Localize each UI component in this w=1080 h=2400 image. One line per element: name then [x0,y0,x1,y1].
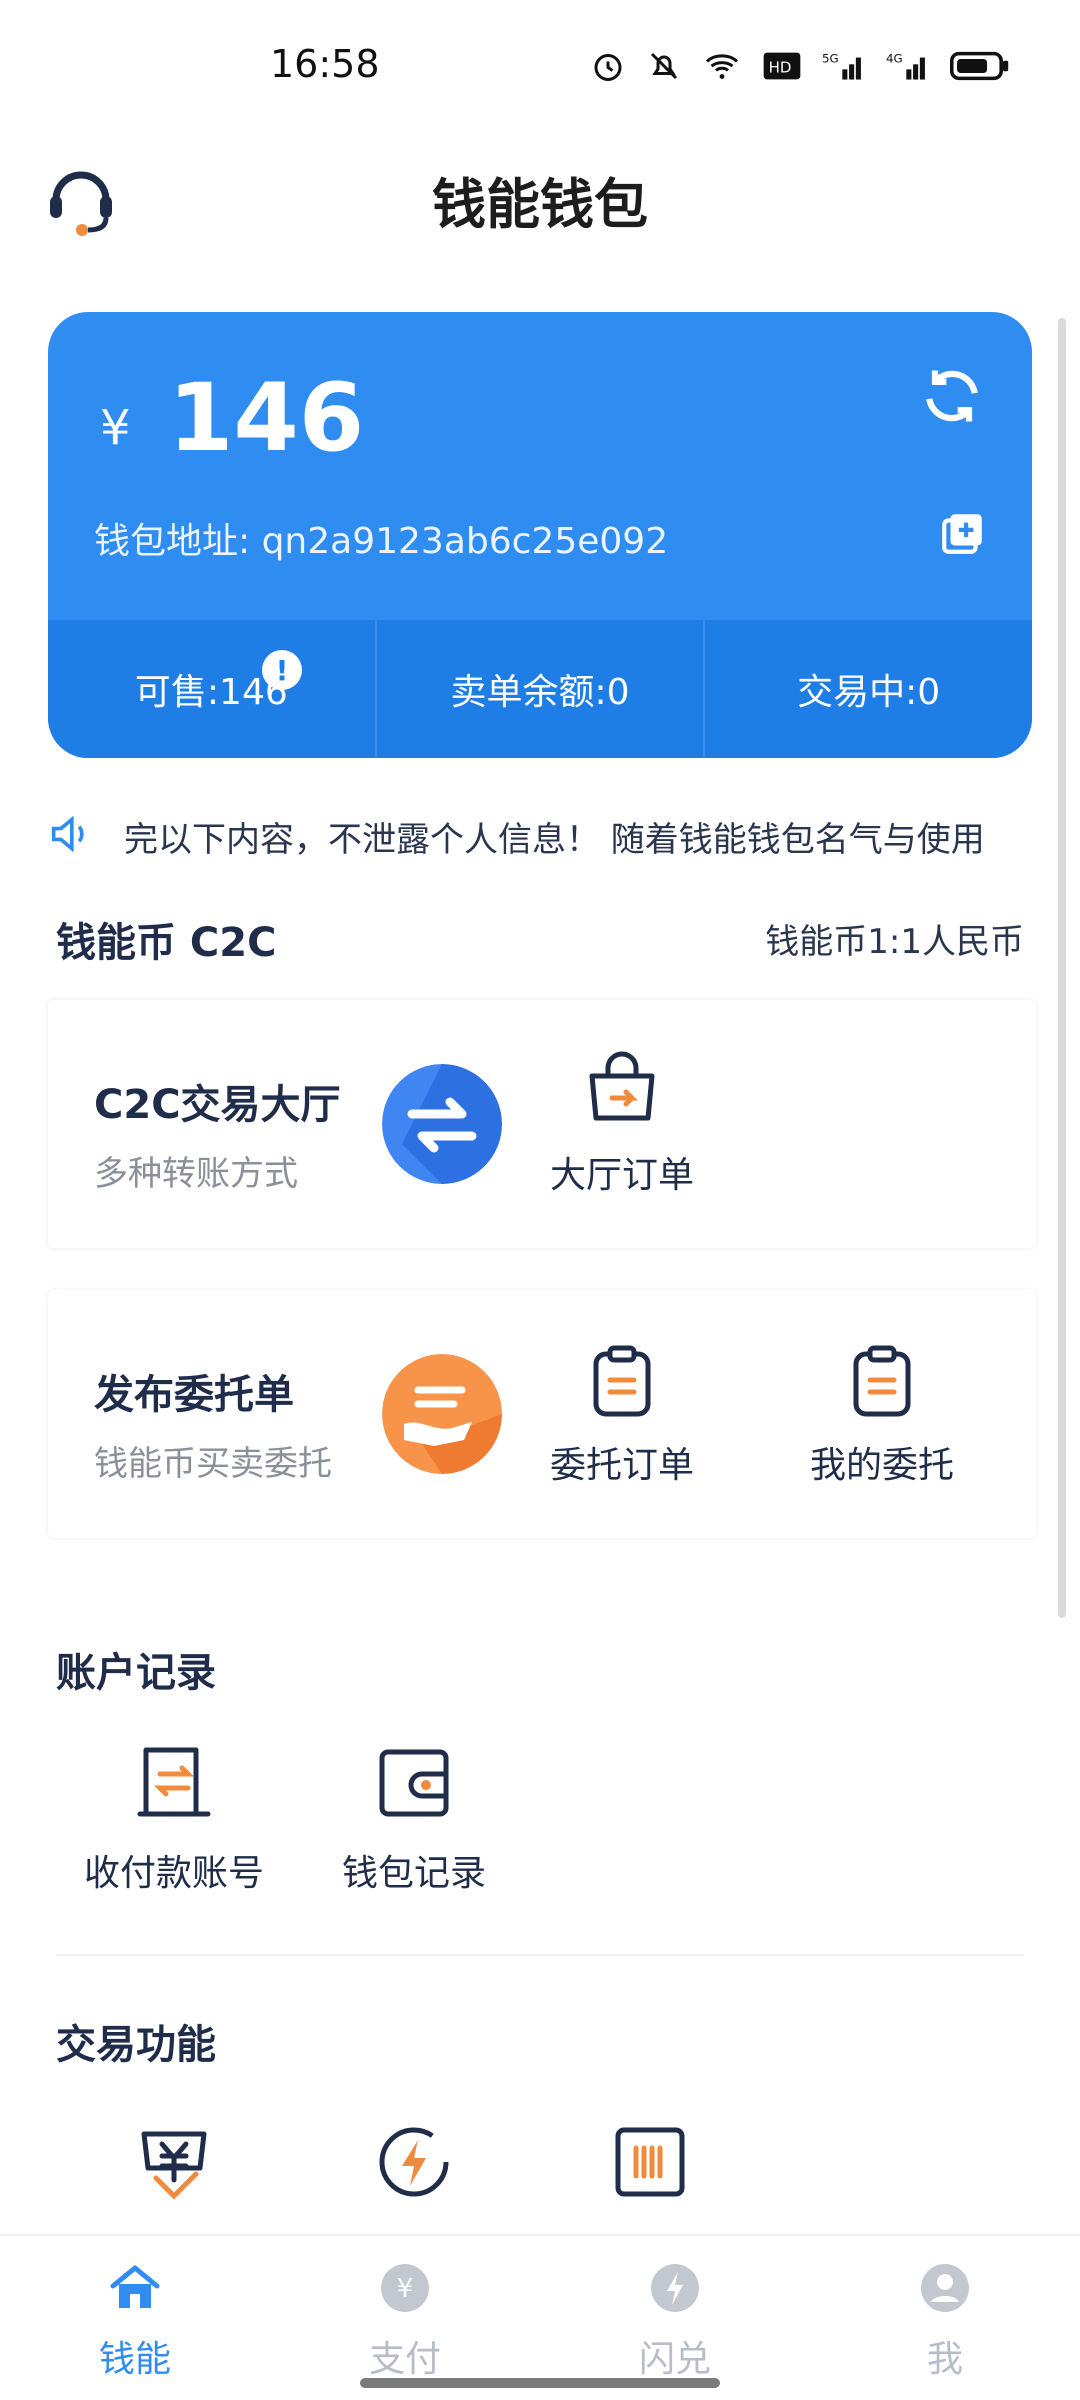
shopping-bag-icon [589,1051,655,1121]
payment-account-button[interactable]: 收付款账号 [64,1740,284,1896]
page-title: 钱能钱包 [432,173,648,236]
section-divider [56,1954,1024,1956]
app-header: 钱能钱包 [0,140,1080,250]
nav-tab-home[interactable]: 钱能 [0,2236,270,2400]
hall-orders-button[interactable]: 大厅订单 [522,1050,722,1198]
yuan-deposit-button[interactable] [64,2120,284,2224]
trading-label: 交易中:0 [797,672,941,713]
my-entrust-button[interactable]: 我的委托 [782,1340,982,1488]
flash-exchange-button[interactable] [304,2120,524,2224]
notice-text: 完以下内容，不泄露个人信息！ 随着钱能钱包名气与使用 [124,820,985,860]
info-icon[interactable]: ! [262,650,302,690]
hand-coin-icon[interactable] [382,1354,502,1474]
speaker-icon [51,815,84,853]
status-bar: 16:58 HD 5G 4G [0,0,1080,130]
signal-5g-icon: 5G [822,52,861,80]
wifi-icon [705,54,739,79]
svg-text:HD: HD [769,59,792,77]
my-entrust-label: 我的委托 [809,1445,954,1486]
sell-balance-label: 卖单余额:0 [450,672,630,713]
trade-section-title: 交易功能 [56,2022,216,2068]
svg-text:5G: 5G [822,52,839,66]
mute-icon [650,52,678,80]
nav-tab-pay[interactable]: ¥ 支付 [270,2236,540,2400]
payment-account-label: 收付款账号 [83,1853,264,1894]
barcode-button[interactable] [540,2120,760,2224]
clipboard-icon [593,1345,651,1417]
c2c-hall-panel[interactable]: C2C交易大厅 多种转账方式 大厅订单 [48,1000,1036,1248]
battery-icon [950,51,1009,81]
nav-label-flash: 闪兑 [638,2339,711,2380]
currency-symbol: ¥ [100,400,131,456]
wallet-records-label: 钱包记录 [341,1853,486,1894]
nav-label-pay: 支付 [368,2339,441,2380]
home-icon [110,2265,160,2308]
nav-tab-me[interactable]: 我 [810,2236,1080,2400]
sell-order-balance: 卖单余额:0 [377,620,706,758]
sellable-amount[interactable]: 可售:146 ! [48,620,377,758]
home-indicator[interactable] [360,2378,720,2388]
balance-card: ¥ 146 钱包地址: qn2a9123ab6c25e092 可售:146 ! … [48,312,1032,758]
nav-label-home: 钱能 [98,2339,171,2380]
hd-icon: HD [763,52,801,80]
balance-footer: 可售:146 ! 卖单余额:0 交易中:0 [48,620,1032,758]
svg-text:4G: 4G [886,52,903,66]
clipboard-icon [853,1345,911,1417]
entrust-orders-label: 委托订单 [549,1445,694,1486]
yuan-coin-icon: ¥ [381,2264,429,2312]
signal-4g-icon: 4G [886,52,925,80]
copy-icon[interactable] [938,508,988,558]
user-icon [921,2264,969,2312]
balance-amount: 146 [168,364,365,473]
scrollbar[interactable] [1058,318,1066,1618]
wallet-icon [379,1749,449,1817]
bottom-navigation: 钱能 ¥ 支付 闪兑 我 [0,2234,1080,2400]
entrust-subtitle: 钱能币买卖委托 [94,1444,332,1484]
c2c-section-title: 钱能币 C2C [56,920,277,966]
svg-text:¥: ¥ [397,2274,414,2304]
notice-bar[interactable]: 完以下内容，不泄露个人信息！ 随着钱能钱包名气与使用 [48,800,1032,870]
exchange-rate: 钱能币1:1人民币 [765,922,1024,962]
account-section-title: 账户记录 [56,1650,216,1696]
lightning-circle-icon [379,2127,449,2197]
c2c-hall-title: C2C交易大厅 [94,1082,341,1128]
nav-tab-flash[interactable]: 闪兑 [540,2236,810,2400]
trading-amount: 交易中:0 [705,620,1032,758]
wallet-records-button[interactable]: 钱包记录 [304,1740,524,1896]
nav-label-me: 我 [926,2339,963,2380]
entrust-orders-button[interactable]: 委托订单 [522,1340,722,1488]
yuan-download-icon [141,2131,207,2200]
lightning-icon [651,2264,699,2312]
barcode-icon [615,2127,685,2197]
alarm-icon [594,54,622,81]
hall-orders-label: 大厅订单 [549,1155,694,1196]
refresh-icon[interactable] [918,362,986,430]
entrust-title: 发布委托单 [94,1372,294,1418]
wallet-address: 钱包地址: qn2a9123ab6c25e092 [94,521,669,562]
account-book-icon [137,1747,211,1817]
transfer-arrows-icon[interactable] [382,1064,502,1184]
entrust-panel[interactable]: 发布委托单 钱能币买卖委托 委托订单 我的委托 [48,1290,1036,1538]
status-time: 16:58 [270,42,380,86]
c2c-hall-subtitle: 多种转账方式 [94,1154,298,1194]
status-icons: HD 5G 4G [590,48,1010,84]
